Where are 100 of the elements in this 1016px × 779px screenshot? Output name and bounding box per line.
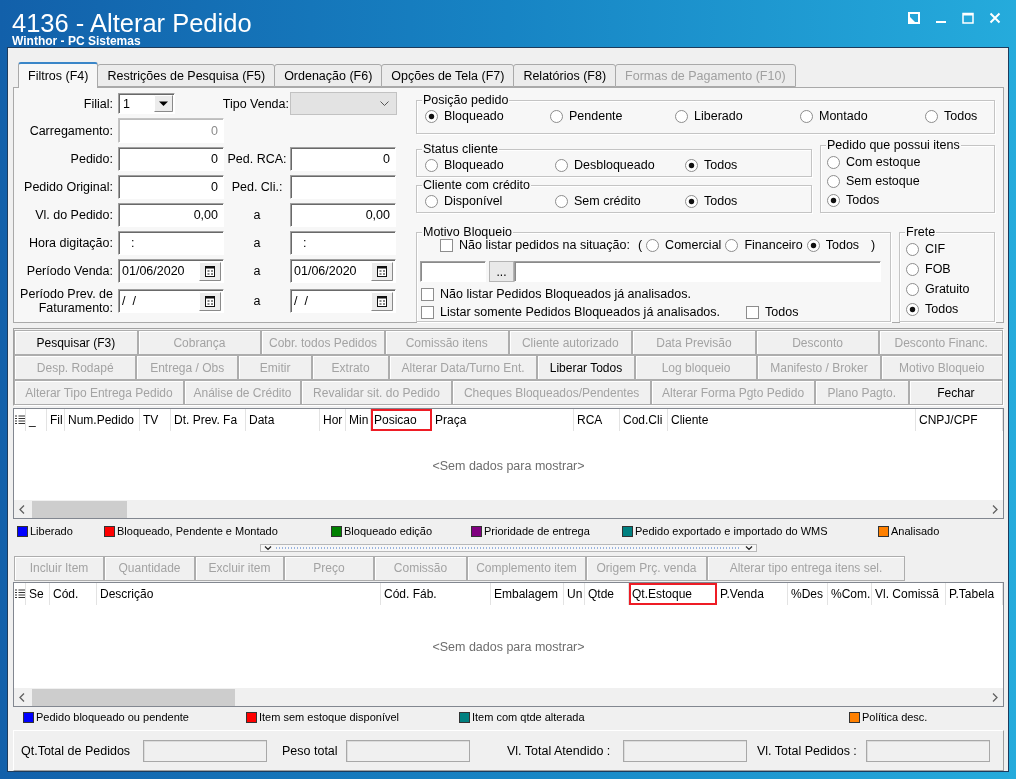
action-button[interactable]: Liberar Todos — [537, 355, 635, 380]
radio-icon[interactable] — [906, 302, 919, 316]
lookup-button[interactable]: ... — [489, 261, 514, 282]
column-list-icon[interactable] — [14, 415, 25, 425]
radio-option[interactable]: Montado — [800, 109, 925, 123]
calendar-icon[interactable] — [371, 291, 393, 311]
column-header[interactable]: Praça — [432, 409, 574, 431]
column-header[interactable]: Vl. Comissã — [872, 583, 946, 605]
checkbox-icon[interactable] — [421, 287, 434, 301]
radio-option[interactable]: Liberado — [675, 109, 800, 123]
radio-option[interactable]: Todos — [925, 109, 978, 123]
radio-icon[interactable] — [925, 109, 938, 123]
radio-icon[interactable] — [827, 174, 840, 188]
radio-icon[interactable] — [906, 262, 919, 276]
radio-icon[interactable] — [725, 238, 739, 252]
radio-icon[interactable] — [425, 158, 438, 172]
radio-icon[interactable] — [550, 109, 563, 123]
date-field[interactable]: / / — [290, 289, 396, 313]
radio-option[interactable]: Com estoque — [827, 155, 988, 169]
column-header[interactable]: Se — [26, 583, 50, 605]
column-header[interactable]: Cód. Fáb. — [381, 583, 491, 605]
input-field[interactable]: 0 — [118, 147, 224, 171]
radio-icon[interactable] — [800, 109, 813, 123]
checkbox-option[interactable]: Listar somente Pedidos Bloqueados já analisados. — [421, 305, 721, 319]
column-header[interactable]: Cliente — [668, 409, 916, 431]
radio-option[interactable]: Sem estoque — [827, 174, 988, 188]
column-header[interactable]: Dt. Prev. Fa — [171, 409, 246, 431]
radio-icon[interactable] — [906, 242, 919, 256]
tab[interactable]: Relatórios (F8) — [513, 64, 617, 87]
column-header[interactable]: P.Tabela — [946, 583, 1003, 605]
radio-option[interactable]: Pendente — [550, 109, 675, 123]
input-field[interactable] — [514, 261, 881, 282]
column-header[interactable]: Fil — [47, 409, 65, 431]
column-header[interactable]: Un — [564, 583, 585, 605]
radio-icon[interactable] — [806, 238, 820, 252]
radio-icon[interactable] — [425, 109, 438, 123]
column-header[interactable]: RCA — [574, 409, 620, 431]
radio-icon[interactable] — [555, 194, 568, 208]
tab[interactable]: Filtros (F4) — [18, 62, 99, 88]
radio-option[interactable]: Sem crédito — [555, 194, 685, 208]
horizontal-scrollbar[interactable] — [14, 500, 1003, 518]
column-header[interactable]: Cód. — [50, 583, 97, 605]
radio-option[interactable]: Bloqueado — [425, 158, 555, 172]
radio-icon[interactable] — [906, 282, 919, 296]
input-field[interactable]: : — [118, 231, 224, 255]
column-header[interactable]: Data — [246, 409, 320, 431]
column-header[interactable]: CNPJ/CPF — [916, 409, 1003, 431]
column-header[interactable]: Hor — [320, 409, 346, 431]
column-header[interactable]: TV — [140, 409, 171, 431]
radio-icon[interactable] — [827, 155, 840, 169]
date-field[interactable]: 01/06/2020 — [290, 259, 396, 283]
checkbox-option[interactable]: Todos — [746, 305, 799, 319]
column-header[interactable]: Cod.Cli — [620, 409, 668, 431]
column-header[interactable]: Posicao — [371, 409, 432, 431]
input-field[interactable] — [420, 261, 486, 282]
checkbox-option[interactable]: Não listar Pedidos Bloqueados já analisados. — [421, 287, 691, 301]
column-header[interactable]: Embalagem — [491, 583, 564, 605]
radio-option[interactable]: FOB — [906, 262, 988, 276]
date-field[interactable]: 01/06/2020 — [118, 259, 224, 283]
radio-option[interactable]: Desbloqueado — [555, 158, 685, 172]
column-header[interactable]: %Com. — [828, 583, 872, 605]
checkbox-option[interactable]: Não listar pedidos na situação: — [440, 238, 630, 252]
checkbox-icon[interactable] — [746, 305, 760, 319]
horizontal-scrollbar[interactable] — [14, 688, 1003, 706]
column-header[interactable]: Qt.Estoque — [629, 583, 717, 605]
radio-icon[interactable] — [675, 109, 688, 123]
radio-option[interactable]: Comercial — [646, 238, 722, 252]
input-field[interactable]: : — [290, 231, 396, 255]
radio-option[interactable]: Gratuito — [906, 282, 988, 296]
action-button[interactable]: Fechar — [908, 380, 1003, 405]
column-header[interactable]: Min — [346, 409, 371, 431]
radio-icon[interactable] — [685, 194, 698, 208]
tab[interactable]: Opções de Tela (F7) — [381, 64, 515, 87]
input-field[interactable] — [290, 175, 396, 199]
radio-icon[interactable] — [555, 158, 568, 172]
dropdown-arrow-icon[interactable] — [154, 95, 173, 112]
column-header[interactable]: Descrição — [97, 583, 381, 605]
radio-icon[interactable] — [646, 238, 660, 252]
column-header[interactable]: P.Venda — [717, 583, 788, 605]
radio-option[interactable]: Todos — [685, 194, 738, 208]
checkbox-icon[interactable] — [421, 305, 434, 319]
input-field[interactable]: 0 — [290, 147, 396, 171]
column-header[interactable]: Qtde — [585, 583, 629, 605]
input-field[interactable]: 0 — [118, 175, 224, 199]
tab[interactable]: Restrições de Pesquisa (F5) — [97, 64, 276, 87]
close-icon[interactable] — [989, 12, 1001, 24]
maximize-icon[interactable] — [962, 12, 974, 24]
radio-icon[interactable] — [685, 158, 698, 172]
radio-option[interactable]: Todos — [906, 302, 988, 316]
column-header[interactable]: %Des — [788, 583, 828, 605]
action-button[interactable]: Pesquisar (F3) — [14, 330, 138, 355]
radio-option[interactable]: CIF — [906, 242, 988, 256]
radio-icon[interactable] — [827, 193, 840, 207]
tab[interactable]: Ordenação (F6) — [274, 64, 383, 87]
input-field[interactable]: 0,00 — [118, 203, 224, 227]
scrollbar-thumb[interactable] — [32, 688, 235, 706]
radio-option[interactable]: Todos — [685, 158, 738, 172]
column-list-icon[interactable] — [14, 589, 25, 599]
radio-option[interactable]: Disponível — [425, 194, 555, 208]
input-field[interactable]: 0,00 — [290, 203, 396, 227]
